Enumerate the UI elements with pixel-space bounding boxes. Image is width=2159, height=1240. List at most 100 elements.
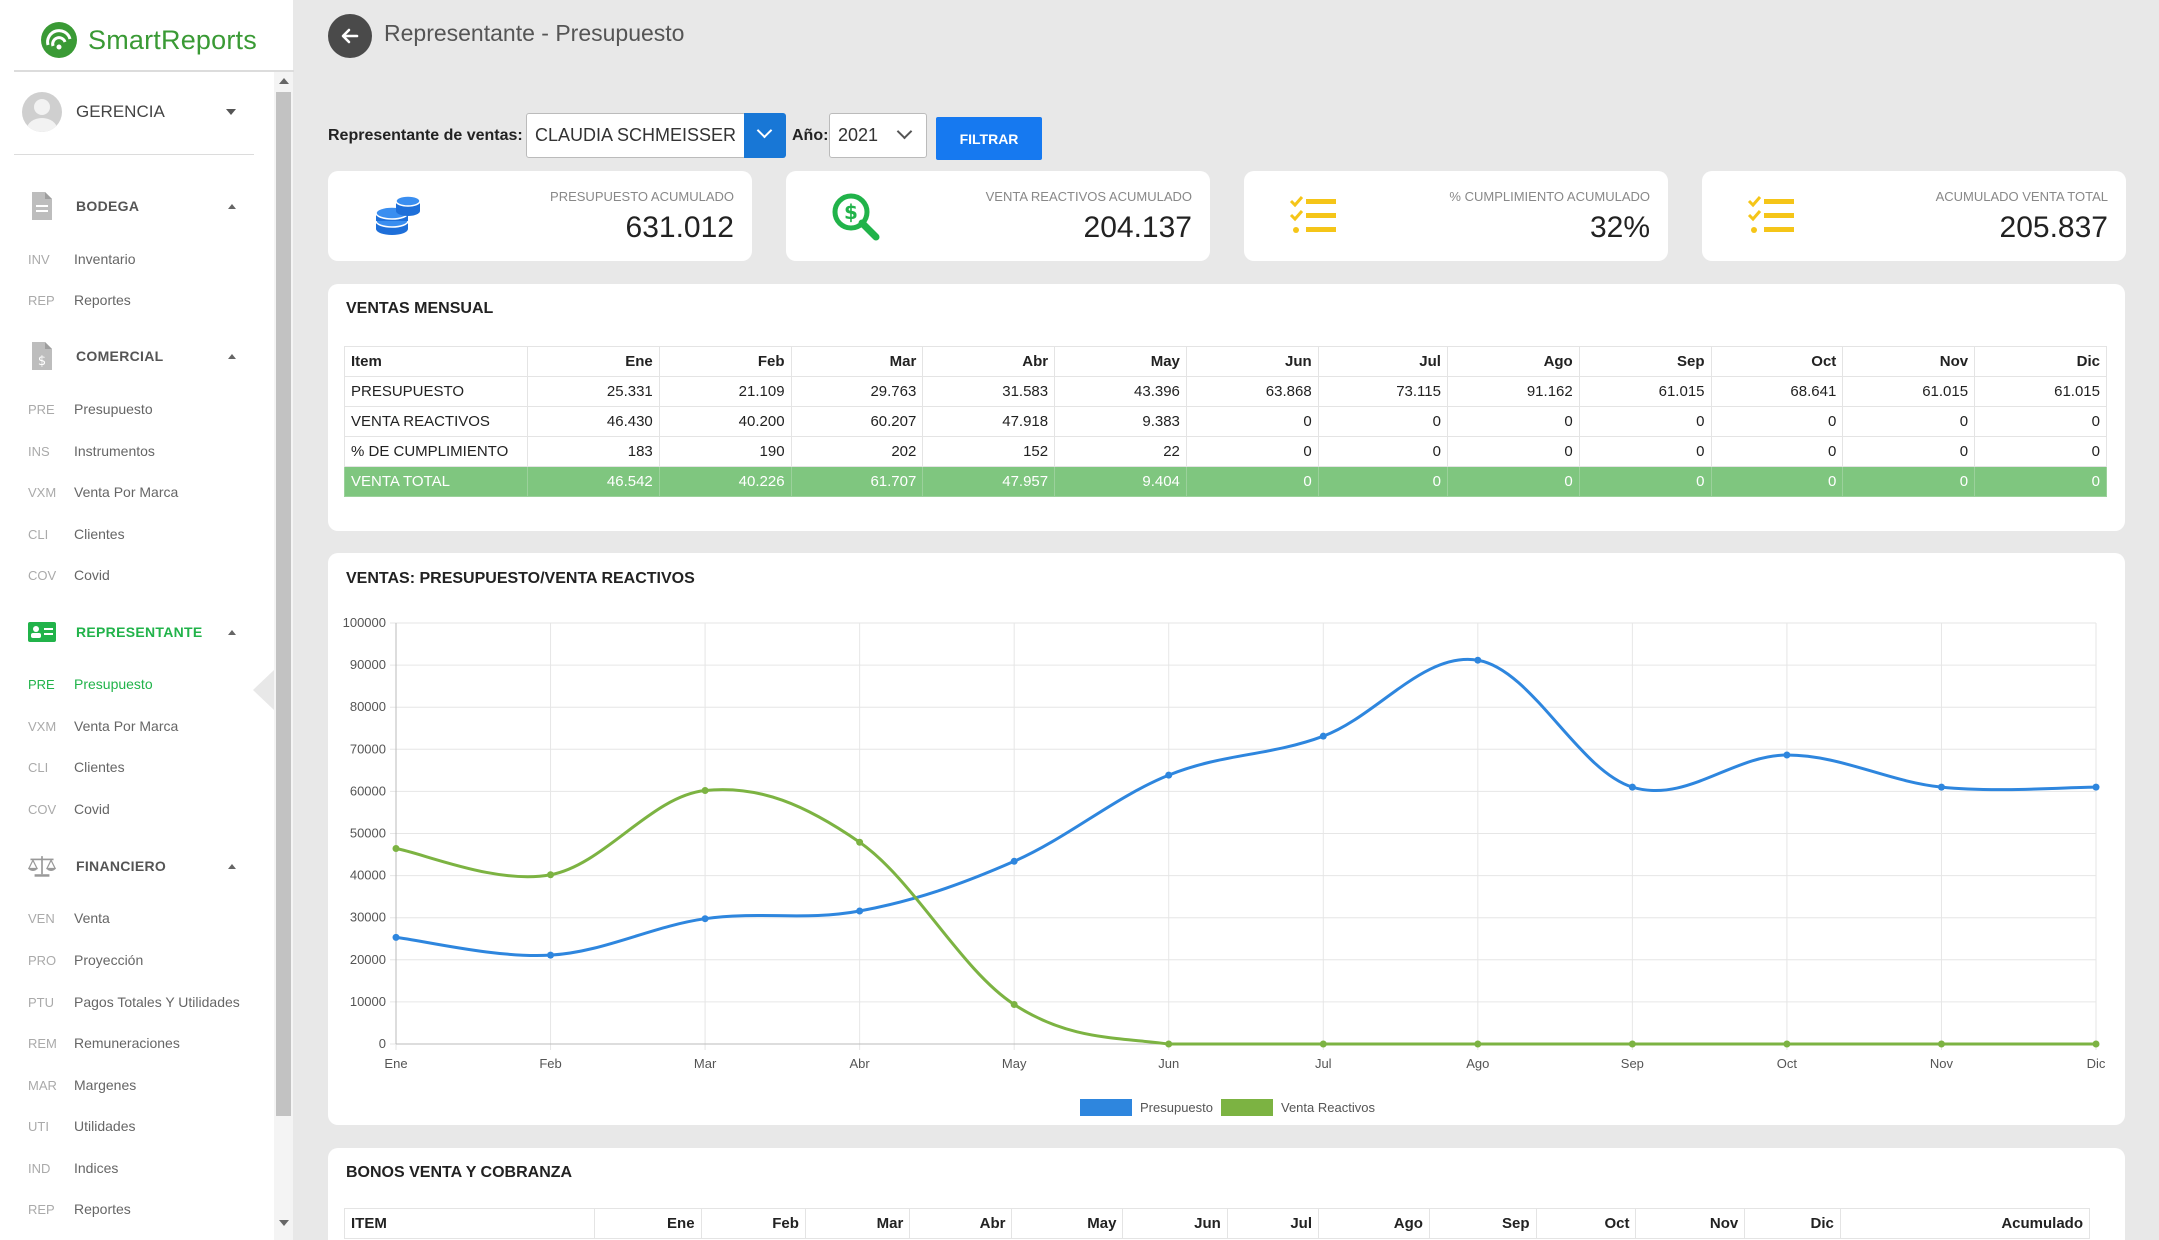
sidebar-item-abbr: REP — [28, 1201, 55, 1217]
sidebar-section-representante[interactable]: REPRESENTANTE — [28, 615, 248, 649]
legend-swatch — [1221, 1099, 1273, 1116]
back-button[interactable] — [328, 14, 372, 58]
sidebar-section-financiero[interactable]: FINANCIERO — [28, 849, 248, 883]
table-cell: 152 — [922, 436, 1056, 467]
sidebar-item-reportes[interactable]: REP Reportes — [28, 289, 258, 311]
x-tick-label: Sep — [1621, 1056, 1644, 1071]
sidebar-item-instrumentos[interactable]: INS Instrumentos — [28, 440, 258, 462]
legend-label: Venta Reactivos — [1281, 1100, 1375, 1115]
sidebar-item-label: Covid — [74, 567, 110, 583]
sidebar-item-presupuesto[interactable]: PRE Presupuesto — [28, 398, 258, 420]
kpi-card-presupuesto: PRESUPUESTO ACUMULADO 631.012 — [328, 171, 752, 261]
sidebar-item-abbr: VXM — [28, 484, 57, 500]
sidebar-item-reportes[interactable]: REP Reportes — [28, 1198, 258, 1220]
sidebar-section-bodega[interactable]: BODEGA — [28, 189, 248, 223]
y-tick-label: 80000 — [350, 699, 386, 714]
sidebar-item-proyeccion[interactable]: PRO Proyección — [28, 949, 258, 971]
table-cell: 0 — [1842, 406, 1976, 437]
sidebar-item-abbr: INS — [28, 443, 50, 459]
brand-logo[interactable]: SmartReports — [38, 18, 257, 62]
sidebar-item-venta[interactable]: VEN Venta — [28, 907, 258, 929]
x-tick-label: Ago — [1466, 1056, 1489, 1071]
sidebar-item-covid[interactable]: COV Covid — [28, 564, 258, 586]
rep-select[interactable]: CLAUDIA SCHMEISSER — [526, 113, 746, 158]
table-cell: 29.763 — [790, 376, 924, 407]
column-header: Dic — [1974, 346, 2107, 377]
table-cell: % DE CUMPLIMIENTO — [344, 436, 528, 467]
data-point — [1783, 1040, 1791, 1048]
table-cell: 40.226 — [658, 466, 792, 497]
table-cell: 0 — [1710, 466, 1844, 497]
sidebar-item-abbr: PRO — [28, 952, 57, 968]
x-tick-label: Feb — [539, 1056, 561, 1071]
table-cell: 46.430 — [527, 406, 660, 437]
legend-label: Presupuesto — [1140, 1100, 1213, 1115]
table-cell: 0 — [1446, 466, 1580, 497]
data-point — [856, 907, 864, 915]
sidebar-item-label: Indices — [74, 1160, 119, 1176]
y-tick-label: 0 — [379, 1036, 386, 1051]
table-cell: 47.957 — [922, 466, 1056, 497]
sidebar-section-label: COMERCIAL — [76, 348, 164, 364]
table-cell: 25.331 — [527, 376, 660, 407]
table-cell: 21.109 — [658, 376, 792, 407]
scroll-down-arrow-icon[interactable] — [279, 1220, 289, 1226]
table-cell: 0 — [1578, 436, 1712, 467]
sidebar-item-clientes[interactable]: CLI Clientes — [28, 756, 258, 778]
y-tick-label: 100000 — [343, 615, 386, 630]
sidebar-item-clientes[interactable]: CLI Clientes — [28, 523, 258, 545]
sidebar-item-venta-por-marca[interactable]: VXM Venta Por Marca — [28, 481, 258, 503]
table-cell: 0 — [1842, 436, 1976, 467]
kpi-value: 631.012 — [625, 211, 734, 244]
sidebar-item-venta-por-marca[interactable]: VXM Venta Por Marca — [28, 715, 258, 737]
legend-item-presupuesto[interactable]: Presupuesto — [1080, 1099, 1213, 1116]
sidebar-item-covid[interactable]: COV Covid — [28, 798, 258, 820]
legend-item-venta-reactivos[interactable]: Venta Reactivos — [1221, 1099, 1375, 1116]
sidebar-item-label: Pagos Totales Y Utilidades — [74, 994, 240, 1010]
user-name: GERENCIA — [76, 102, 165, 121]
sidebar-item-abbr: PRE — [28, 401, 55, 417]
table-cell: 60.207 — [790, 406, 924, 437]
y-tick-label: 60000 — [350, 783, 386, 798]
chevron-up-icon — [228, 204, 236, 209]
sidebar-item-presupuesto-active[interactable]: PRE Presupuesto — [28, 673, 258, 695]
year-select[interactable]: 2021 — [829, 113, 927, 158]
column-header: Ago — [1318, 1208, 1430, 1239]
y-tick-label: 70000 — [350, 741, 386, 756]
column-header: Nov — [1635, 1208, 1746, 1239]
column-header: Feb — [700, 1208, 806, 1239]
scroll-up-arrow-icon[interactable] — [279, 78, 289, 84]
sidebar-scroll-thumb[interactable] — [276, 92, 291, 1116]
sidebar-item-abbr: REP — [28, 292, 55, 308]
column-header: Feb — [658, 346, 792, 377]
sidebar-item-inventario[interactable]: INV Inventario — [28, 248, 258, 270]
data-point — [1628, 1040, 1636, 1048]
x-tick-label: Abr — [850, 1056, 871, 1071]
active-item-indicator — [253, 670, 274, 710]
table-row: PRESUPUESTO 25.331 21.109 29.763 31.583 43.39… — [344, 376, 2107, 407]
table-cell: 202 — [790, 436, 924, 467]
chevron-up-icon — [228, 354, 236, 359]
sidebar-section-comercial[interactable]: $ COMERCIAL — [28, 339, 248, 373]
filter-button[interactable]: FILTRAR — [936, 117, 1042, 160]
series-line-presupuesto — [395, 657, 2097, 958]
bonos-panel: BONOS VENTA Y COBRANZA ITEM Ene Feb Mar Abr M… — [328, 1148, 2125, 1240]
user-menu[interactable]: GERENCIA — [22, 92, 242, 132]
line-chart: 0 10000 20000 30000 40000 50000 60000 70000 8000… — [343, 615, 2106, 1071]
svg-text:$: $ — [38, 354, 46, 369]
sidebar-item-abbr: PTU — [28, 994, 54, 1010]
table-cell: 0 — [1317, 436, 1448, 467]
chart-panel: VENTAS: PRESUPUESTO/VENTA REACTIVOS 0 100… — [328, 553, 2125, 1125]
column-header: Ene — [527, 346, 660, 377]
sidebar-item-indices[interactable]: IND Indices — [28, 1157, 258, 1179]
rep-select-toggle[interactable] — [744, 113, 786, 158]
sidebar-item-pagos-totales[interactable]: PTU Pagos Totales Y Utilidades — [28, 991, 258, 1013]
sidebar-item-utilidades[interactable]: UTI Utilidades — [28, 1115, 258, 1137]
table-cell: 40.200 — [658, 406, 792, 437]
sidebar-item-remuneraciones[interactable]: REM Remuneraciones — [28, 1032, 258, 1054]
column-header: Oct — [1710, 346, 1844, 377]
sidebar-item-margenes[interactable]: MAR Margenes — [28, 1074, 258, 1096]
data-point — [2092, 783, 2100, 791]
chevron-down-icon — [896, 123, 913, 140]
data-point — [2092, 1040, 2100, 1048]
